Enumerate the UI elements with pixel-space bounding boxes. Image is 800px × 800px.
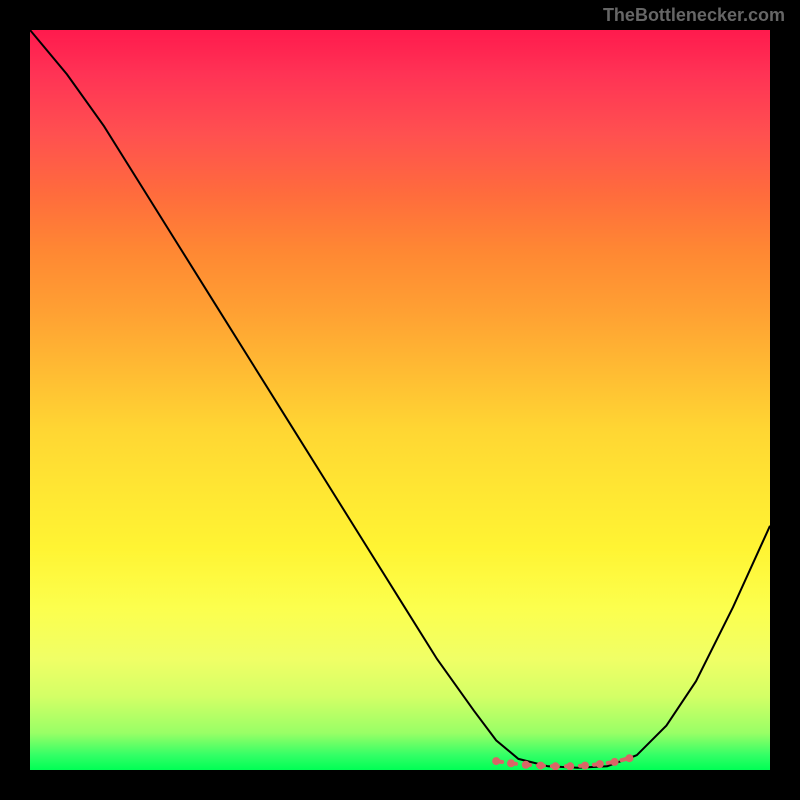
gradient-background xyxy=(30,30,770,770)
chart-area xyxy=(30,30,770,770)
watermark-text: TheBottlenecker.com xyxy=(603,5,785,26)
